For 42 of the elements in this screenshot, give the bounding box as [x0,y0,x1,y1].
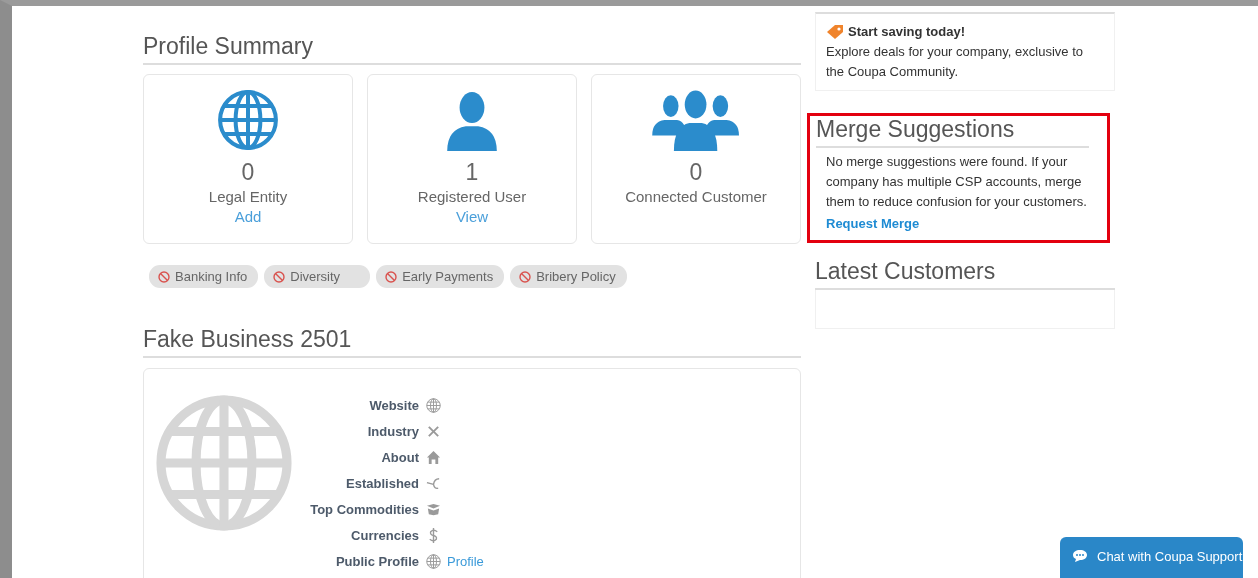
logo-placeholder-icon [154,393,294,533]
merge-message: No merge suggestions were found. If your company has multiple CSP accounts, merge them to reduce confusion for your customers. [826,153,1088,211]
tag-icon [826,24,844,40]
detail-label: Website [368,398,419,413]
stat-link[interactable]: View [455,208,489,225]
status-badge: Bribery Policy [510,265,627,288]
promo-title: Start saving today! [848,23,966,41]
branch-icon [425,476,441,491]
stat-label: Connected Customer [625,188,767,205]
prohibited-icon [273,270,286,283]
chat-bubble-icon [1072,549,1088,563]
section-heading: Profile Summary [143,33,801,65]
box-icon [425,502,441,517]
globe-icon [425,554,441,569]
profile-link[interactable]: Profile [447,554,484,569]
stat-count: 0 [241,159,255,186]
prohibited-icon [158,270,170,283]
detail-label: Established [345,476,419,491]
house-icon [425,450,441,465]
prohibited-icon [519,270,532,283]
status-badge: Early Payments [376,265,505,288]
detail-label: Industry [366,424,419,439]
detail-label: About [380,450,419,465]
detail-label: Public Profile [334,554,419,569]
globe-icon [217,89,279,151]
promo-text: Explore deals for your company, exclusive to the Coupa Community. [826,44,1083,79]
detail-label: Top Commodities [311,502,419,517]
stat-count: 0 [689,159,703,186]
stat-link[interactable]: Add [234,208,262,225]
section-heading: Fake Business 2501 [143,326,801,358]
globe-icon [425,398,441,413]
request-merge-link[interactable]: Request Merge [826,216,1089,231]
stat-label: Legal Entity [208,188,288,205]
section-heading: Latest Customers [815,258,1115,290]
section-heading: Merge Suggestions [816,116,1089,148]
chat-button[interactable]: Chat with Coupa Support [1060,537,1243,578]
status-badge: Banking Info [149,265,259,288]
detail-label: Currencies [350,528,419,543]
status-badge: Diversity [264,265,371,288]
stat-count: 1 [465,159,479,186]
prohibited-icon [385,270,398,283]
stat-label: Registered User [417,188,527,205]
